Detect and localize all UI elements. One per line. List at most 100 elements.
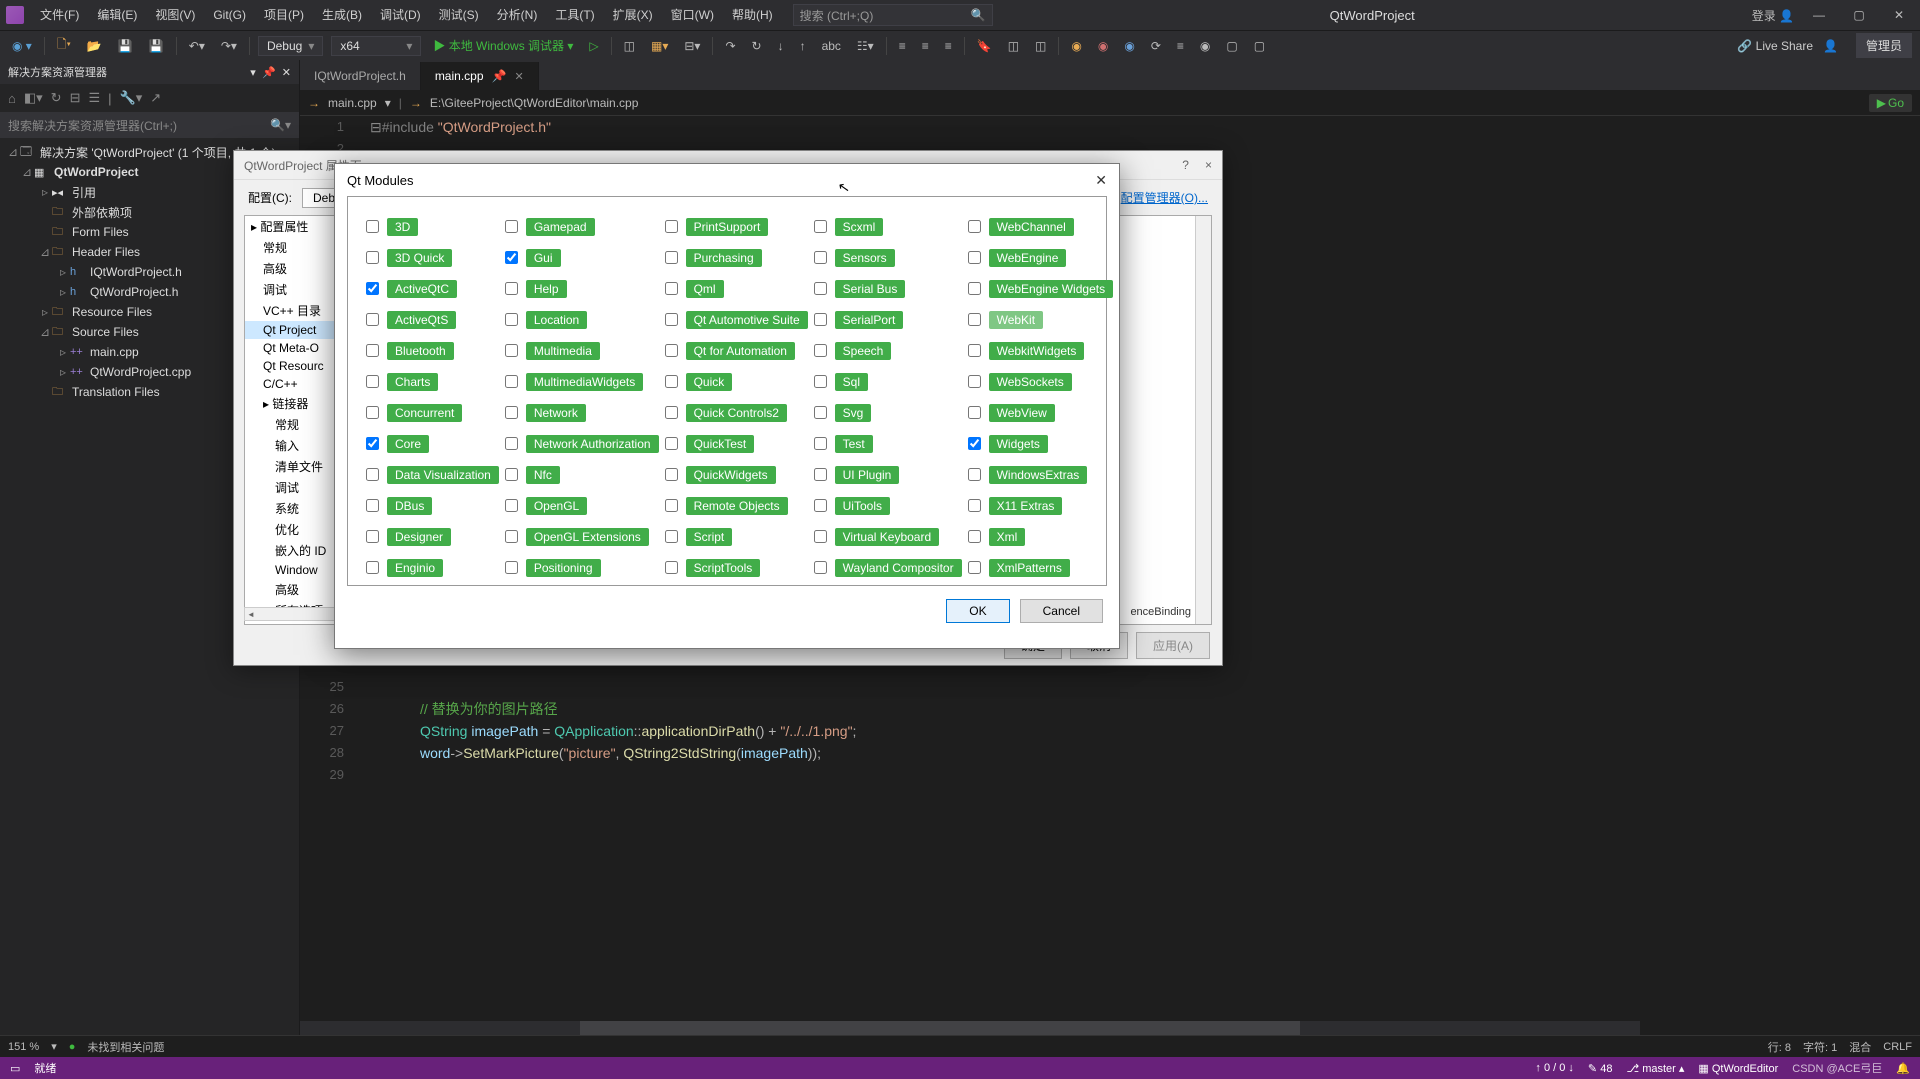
qt-h[interactable]: ▢ — [1250, 37, 1269, 55]
crumb-file[interactable]: main.cpp — [328, 96, 377, 110]
changes[interactable]: ✎ 48 — [1588, 1062, 1613, 1075]
module-network-authorization[interactable]: Network Authorization — [505, 435, 659, 453]
module-quick-controls2[interactable]: Quick Controls2 — [665, 404, 808, 422]
module-windowsextras[interactable]: WindowsExtras — [968, 466, 1114, 484]
menu-item[interactable]: 工具(T) — [547, 0, 602, 30]
branch[interactable]: ⎇ master ▴ — [1626, 1062, 1684, 1075]
crlf[interactable]: CRLF — [1883, 1041, 1912, 1053]
start-nodebug-icon[interactable]: ▷ — [585, 37, 602, 55]
feedback-icon[interactable]: 👤 — [1819, 37, 1842, 55]
module-bluetooth[interactable]: Bluetooth — [366, 342, 499, 360]
module-checkbox[interactable] — [968, 530, 981, 543]
pin-icon[interactable]: 📌 — [262, 67, 276, 79]
module-opengl[interactable]: OpenGL — [505, 497, 659, 515]
module-network[interactable]: Network — [505, 404, 659, 422]
module-uitools[interactable]: UiTools — [814, 497, 962, 515]
module-checkbox[interactable] — [366, 220, 379, 233]
close-icon[interactable]: ✕ — [1884, 4, 1914, 26]
module-checkbox[interactable] — [968, 220, 981, 233]
minimize-icon[interactable]: — — [1804, 4, 1834, 26]
dd-icon[interactable]: ▾ — [385, 96, 391, 110]
bm-a[interactable]: 🔖 — [973, 37, 996, 55]
editor-hscroll[interactable] — [300, 1021, 1640, 1035]
fmt-a[interactable]: ≡ — [895, 37, 910, 55]
module-qml[interactable]: Qml — [665, 280, 808, 298]
menu-item[interactable]: 生成(B) — [314, 0, 370, 30]
ok-button[interactable]: OK — [946, 599, 1009, 623]
module-checkbox[interactable] — [814, 437, 827, 450]
module-xmlpatterns[interactable]: XmlPatterns — [968, 559, 1114, 577]
module-checkbox[interactable] — [814, 530, 827, 543]
module-checkbox[interactable] — [814, 344, 827, 357]
module-checkbox[interactable] — [505, 313, 518, 326]
module-websockets[interactable]: WebSockets — [968, 373, 1114, 391]
module-checkbox[interactable] — [665, 220, 678, 233]
module-checkbox[interactable] — [505, 344, 518, 357]
module-checkbox[interactable] — [968, 251, 981, 264]
module-webengine-widgets[interactable]: WebEngine Widgets — [968, 280, 1114, 298]
module-checkbox[interactable] — [814, 313, 827, 326]
module-qt-automotive-suite[interactable]: Qt Automotive Suite — [665, 311, 808, 329]
module-checkbox[interactable] — [505, 437, 518, 450]
save-icon[interactable]: 💾 — [114, 37, 137, 55]
go-button[interactable]: ▶Go — [1869, 94, 1912, 112]
new-icon[interactable]: 🗋▾ — [53, 33, 75, 58]
module-serial-bus[interactable]: Serial Bus — [814, 280, 962, 298]
module-checkbox[interactable] — [366, 530, 379, 543]
bm-c[interactable]: ◫ — [1031, 37, 1050, 55]
module-positioning[interactable]: Positioning — [505, 559, 659, 577]
start-debug-button[interactable]: ▶ 本地 Windows 调试器 ▾ — [429, 35, 577, 56]
save-all-icon[interactable]: 💾 — [145, 37, 168, 55]
module-checkbox[interactable] — [665, 251, 678, 264]
module-checkbox[interactable] — [505, 282, 518, 295]
module-wayland-compositor[interactable]: Wayland Compositor — [814, 559, 962, 577]
module-sql[interactable]: Sql — [814, 373, 962, 391]
output-icon[interactable]: ▭ — [10, 1062, 20, 1075]
module-checkbox[interactable] — [968, 499, 981, 512]
step-e[interactable]: abc — [818, 37, 845, 55]
tool-c[interactable]: ⊟▾ — [680, 37, 704, 55]
module-checkbox[interactable] — [505, 468, 518, 481]
module-location[interactable]: Location — [505, 311, 659, 329]
menu-item[interactable]: 帮助(H) — [724, 0, 781, 30]
module-checkbox[interactable] — [665, 282, 678, 295]
menu-item[interactable]: 项目(P) — [256, 0, 312, 30]
maximize-icon[interactable]: ▢ — [1844, 4, 1874, 26]
arrow-icon[interactable]: → — [410, 96, 422, 110]
t5[interactable]: 🔧▾ — [120, 90, 143, 106]
lineend[interactable]: 混合 — [1849, 1039, 1871, 1055]
module-checkbox[interactable] — [366, 344, 379, 357]
module-checkbox[interactable] — [366, 561, 379, 574]
fmt-c[interactable]: ≡ — [941, 37, 956, 55]
pin-icon[interactable]: 📌 — [492, 69, 507, 83]
menu-item[interactable]: 扩展(X) — [605, 0, 661, 30]
t2[interactable]: ↻ — [51, 90, 62, 106]
t3[interactable]: ⊟ — [70, 90, 81, 106]
module-checkbox[interactable] — [665, 499, 678, 512]
qt-e[interactable]: ≡ — [1173, 37, 1188, 55]
module-checkbox[interactable] — [814, 561, 827, 574]
module-checkbox[interactable] — [968, 375, 981, 388]
module-checkbox[interactable] — [366, 251, 379, 264]
tool-a[interactable]: ◫ — [620, 37, 639, 55]
config-combo[interactable]: Debug — [258, 36, 323, 56]
module-checkbox[interactable] — [505, 499, 518, 512]
module-core[interactable]: Core — [366, 435, 499, 453]
login-link[interactable]: 登录 👤 — [1752, 7, 1794, 24]
col[interactable]: 字符: 1 — [1803, 1039, 1837, 1055]
t6[interactable]: ↗ — [150, 90, 161, 106]
module-checkbox[interactable] — [366, 313, 379, 326]
module-activeqts[interactable]: ActiveQtS — [366, 311, 499, 329]
module-webchannel[interactable]: WebChannel — [968, 218, 1114, 236]
module-checkbox[interactable] — [968, 344, 981, 357]
module-scxml[interactable]: Scxml — [814, 218, 962, 236]
config-manager-link[interactable]: 配置管理器(O)... — [1121, 189, 1208, 206]
tab-iqtword[interactable]: IQtWordProject.h — [300, 62, 421, 90]
module-checkbox[interactable] — [968, 561, 981, 574]
module-help[interactable]: Help — [505, 280, 659, 298]
close-panel-icon[interactable]: ✕ — [282, 67, 291, 79]
module-webengine[interactable]: WebEngine — [968, 249, 1114, 267]
module-multimedia[interactable]: Multimedia — [505, 342, 659, 360]
t4[interactable]: ☰ — [88, 90, 100, 106]
menu-item[interactable]: 分析(N) — [489, 0, 546, 30]
